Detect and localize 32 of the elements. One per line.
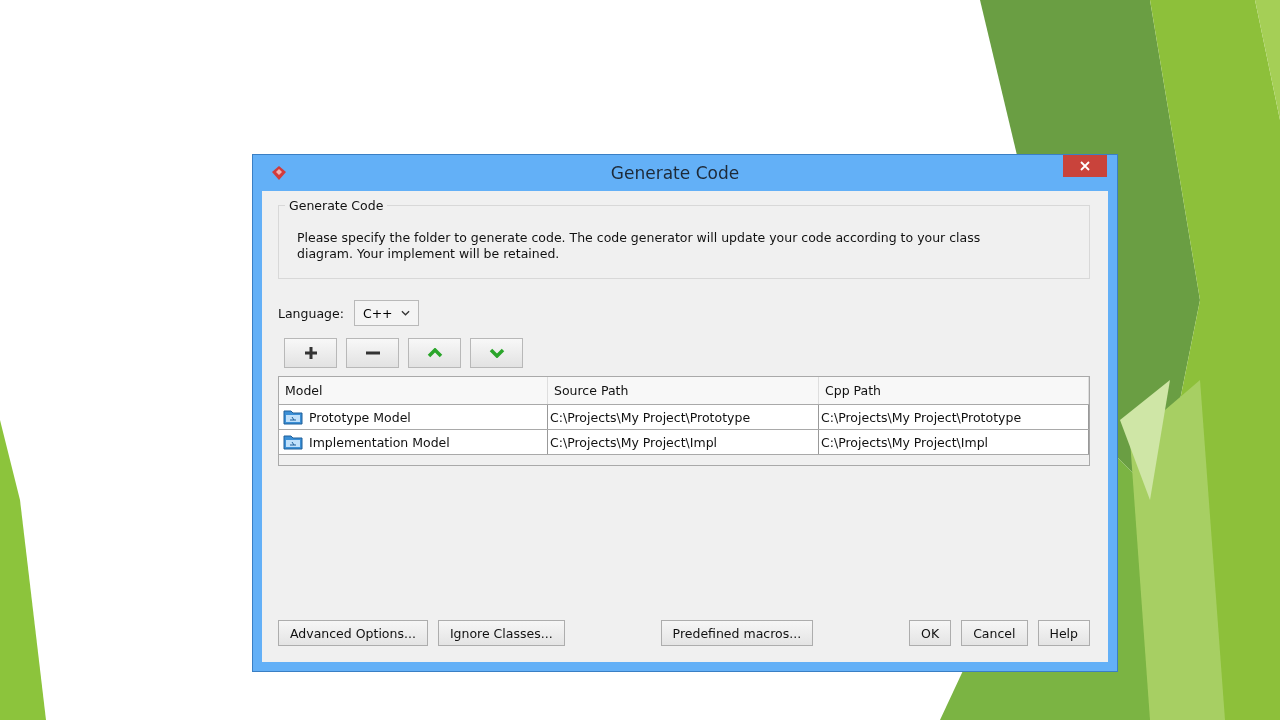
dialog-button[interactable]: Predefined macros... [660, 620, 814, 646]
description-text: Please specify the folder to generate code. The code generator will update your code according to your class diagram. Your implement will be retained. [297, 230, 982, 262]
folder-icon [283, 409, 303, 425]
plus-icon [303, 346, 318, 360]
close-button[interactable] [1063, 155, 1107, 177]
minus-icon [365, 351, 380, 355]
window-title: Generate Code [609, 163, 741, 183]
chevron-down-icon [488, 348, 505, 358]
close-icon [1080, 161, 1090, 171]
chevron-down-icon [400, 310, 410, 316]
dialog-button[interactable]: Cancel [961, 620, 1028, 646]
dialog-button[interactable]: Ignore Classes... [437, 620, 565, 646]
chevron-up-icon [426, 348, 443, 358]
group-title: Generate Code [285, 198, 388, 213]
table-cell: C:\Projects\My Project\Impl [819, 430, 1089, 454]
folder-icon [283, 434, 303, 450]
table-cell: C:\Projects\My Project\Impl [548, 430, 819, 454]
table-cell: Implementation Model [309, 434, 450, 450]
table-cell: Prototype Model [309, 409, 411, 425]
language-dropdown[interactable]: C++ [353, 300, 419, 326]
add-button[interactable] [284, 338, 337, 368]
remove-button[interactable] [346, 338, 399, 368]
diamond-logo-icon [271, 165, 287, 181]
dialog-button[interactable]: OK [909, 620, 952, 646]
dialog-button[interactable]: Help [1037, 620, 1090, 646]
column-header[interactable]: Model [279, 377, 548, 404]
move-down-button[interactable] [470, 338, 523, 368]
column-header[interactable]: Cpp Path [819, 377, 1089, 404]
move-up-button[interactable] [408, 338, 461, 368]
language-label: Language: [278, 305, 344, 321]
dialog-button[interactable]: Advanced Options... [278, 620, 428, 646]
column-header[interactable]: Source Path [548, 377, 819, 404]
